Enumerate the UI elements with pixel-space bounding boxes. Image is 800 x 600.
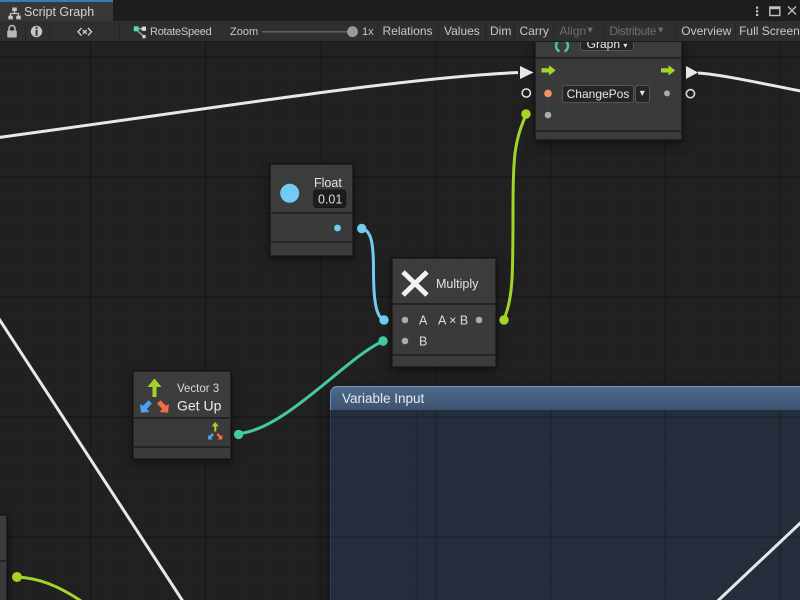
svg-text:Multiply: Multiply — [436, 277, 479, 291]
svg-text:0.01: 0.01 — [318, 193, 342, 207]
svg-text:A: A — [419, 314, 428, 328]
svg-text:Vector 3: Vector 3 — [177, 383, 219, 395]
svg-text:Float: Float — [314, 176, 342, 190]
svg-text:A × B: A × B — [438, 314, 468, 328]
svg-text:Get Up: Get Up — [177, 398, 222, 414]
svg-text:B: B — [419, 335, 427, 349]
